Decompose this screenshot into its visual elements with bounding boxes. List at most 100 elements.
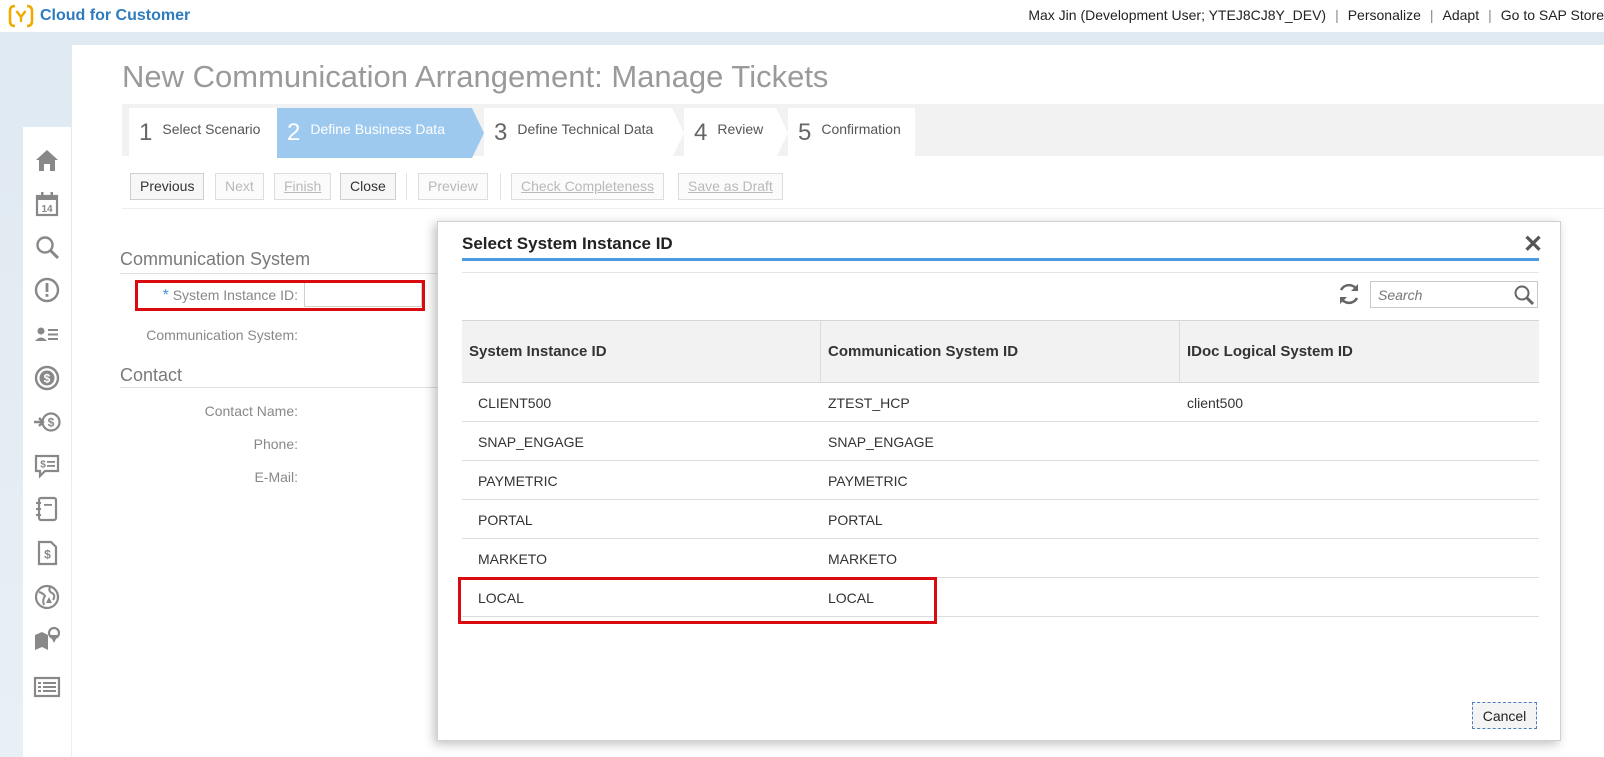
search-input[interactable] (1371, 282, 1511, 307)
step-label: Select Scenario (162, 121, 261, 137)
cell-communication-system-id: ZTEST_HCP (828, 395, 910, 411)
cell-communication-system-id: PAYMETRIC (828, 473, 908, 489)
globe-icon[interactable] (32, 582, 62, 612)
cell-system-instance-id: PAYMETRIC (478, 473, 558, 489)
wizard-step-select-scenario[interactable]: 1 Select Scenario (129, 108, 277, 158)
personalize-link[interactable]: Personalize (1348, 7, 1421, 23)
dialog-title: Select System Instance ID (462, 234, 673, 253)
table-row[interactable]: PORTAL PORTAL (462, 500, 1539, 539)
dialog-divider (462, 272, 1539, 273)
step-arrow (472, 108, 484, 158)
refresh-icon[interactable] (1336, 281, 1362, 307)
check-completeness-button[interactable]: Check Completeness (511, 173, 665, 200)
svg-text:$: $ (44, 372, 51, 386)
next-button[interactable]: Next (215, 173, 264, 200)
toolbar: Previous Next Finish Close Preview Check… (122, 169, 1604, 209)
nav-separator: | (1335, 7, 1339, 23)
adapt-link[interactable]: Adapt (1443, 7, 1480, 23)
select-system-instance-dialog: Select System Instance ID ✕ System Insta… (437, 221, 1561, 741)
step-label: Confirmation (821, 121, 901, 137)
previous-button[interactable]: Previous (130, 173, 205, 200)
brand[interactable]: Cloud for Customer (8, 4, 190, 28)
table-header: System Instance ID Communication System … (462, 320, 1539, 383)
step-number: 2 (287, 119, 301, 146)
cell-system-instance-id: PORTAL (478, 512, 533, 528)
search-field (1370, 281, 1538, 308)
column-header-system-instance-id[interactable]: System Instance ID (462, 321, 821, 383)
step-number: 4 (694, 119, 708, 146)
step-arrow (776, 108, 788, 158)
wizard-roadmap: 1 Select Scenario 2 Define Business Data… (122, 104, 1604, 158)
finish-button[interactable]: Finish (274, 173, 332, 200)
table-row[interactable]: PAYMETRIC PAYMETRIC (462, 461, 1539, 500)
dollar-document-icon[interactable]: $ (32, 538, 62, 568)
wizard-step-define-technical-data[interactable]: 3 Define Technical Data (484, 108, 672, 158)
table-row[interactable]: CLIENT500 ZTEST_HCP client500 (462, 383, 1539, 422)
nav-separator: | (1429, 7, 1434, 23)
calendar-icon[interactable]: 14 (32, 189, 62, 219)
top-bar: Cloud for Customer Max Jin (Development … (0, 0, 1604, 32)
user-name[interactable]: Max Jin (Development User; YTEJ8CJ8Y_DEV… (1028, 7, 1326, 23)
highlight-box (458, 577, 937, 624)
column-header-communication-system-id[interactable]: Communication System ID (821, 321, 1180, 383)
step-number: 3 (494, 119, 508, 146)
communication-system-label: Communication System: (146, 327, 298, 343)
wizard-step-review[interactable]: 4 Review (684, 108, 776, 158)
section-divider (120, 387, 440, 388)
dollar-chat-icon[interactable]: $ (32, 451, 62, 481)
step-label: Define Technical Data (517, 121, 654, 137)
side-nav: 14 $ $ $ $ (23, 127, 71, 757)
step-label: Review (717, 121, 764, 137)
highlight-box (135, 280, 425, 311)
step-arrow (672, 108, 684, 158)
section-title-contact: Contact (120, 365, 183, 385)
dialog-title-underline (462, 258, 1539, 261)
table-row[interactable]: SNAP_ENGAGE SNAP_ENGAGE (462, 422, 1539, 461)
email-label: E-Mail: (254, 469, 298, 485)
save-as-draft-button[interactable]: Save as Draft (678, 173, 783, 200)
user-nav: Max Jin (Development User; YTEJ8CJ8Y_DEV… (1028, 7, 1604, 23)
wizard-step-confirmation[interactable]: 5 Confirmation (788, 108, 915, 158)
section-title-communication-system: Communication System (120, 249, 311, 269)
search-icon[interactable] (32, 232, 62, 262)
cell-idoc-logical-system-id: client500 (1187, 395, 1244, 411)
dollar-arrow-icon[interactable]: $ (32, 407, 62, 437)
step-label: Define Business Data (310, 121, 445, 137)
svg-text:$: $ (44, 548, 51, 562)
dollar-circle-icon[interactable]: $ (32, 363, 62, 393)
column-header-idoc-logical-system-id[interactable]: IDoc Logical System ID (1180, 321, 1539, 383)
alert-icon[interactable] (32, 275, 62, 305)
search-icon[interactable] (1513, 284, 1535, 306)
nav-separator: | (1488, 7, 1492, 23)
table-row[interactable]: MARKETO MARKETO (462, 539, 1539, 578)
cell-communication-system-id: PORTAL (828, 512, 883, 528)
step-number: 5 (798, 119, 812, 146)
cell-system-instance-id: CLIENT500 (478, 395, 552, 411)
brand-name: Cloud for Customer (40, 7, 191, 24)
close-icon[interactable]: ✕ (1522, 233, 1544, 257)
list-icon[interactable] (32, 672, 62, 702)
sap-store-link[interactable]: Go to SAP Store (1501, 7, 1604, 23)
cancel-button[interactable]: Cancel (1472, 702, 1537, 729)
cell-system-instance-id: MARKETO (478, 551, 547, 567)
svg-text:14: 14 (41, 204, 53, 215)
toolbar-separator (500, 173, 501, 200)
cell-system-instance-id: SNAP_ENGAGE (478, 434, 584, 450)
close-button[interactable]: Close (340, 173, 396, 200)
section-divider (120, 273, 440, 274)
cell-communication-system-id: MARKETO (828, 551, 897, 567)
people-list-icon[interactable] (32, 319, 62, 349)
phone-label: Phone: (253, 436, 298, 452)
wizard-step-define-business-data[interactable]: 2 Define Business Data (277, 108, 472, 158)
notebook-icon[interactable] (32, 494, 62, 524)
preview-button[interactable]: Preview (418, 173, 488, 200)
contact-name-label: Contact Name: (204, 403, 298, 419)
home-icon[interactable] (32, 145, 62, 175)
page-title: New Communication Arrangement: Manage Ti… (122, 59, 829, 94)
svg-text:$: $ (40, 460, 46, 471)
svg-text:$: $ (48, 416, 55, 430)
map-pin-icon[interactable] (32, 624, 62, 654)
toolbar-separator (406, 173, 407, 200)
sap-logo-icon (8, 4, 34, 28)
step-number: 1 (139, 119, 153, 146)
